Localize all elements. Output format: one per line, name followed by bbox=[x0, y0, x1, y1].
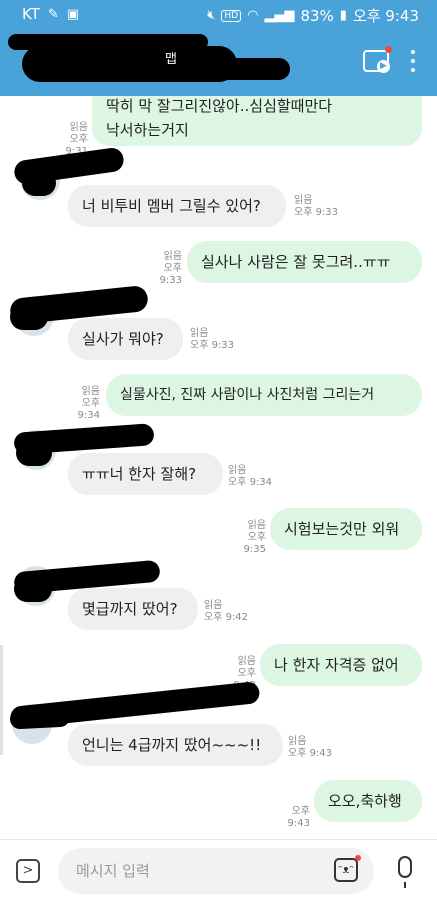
chat-drawer-button[interactable]: ▶ bbox=[363, 46, 392, 73]
redacted-title bbox=[140, 58, 290, 80]
mic-button[interactable] bbox=[398, 856, 412, 888]
message-meta: 읽음 오후 9:35 bbox=[243, 520, 266, 555]
hd-icon: HD bbox=[221, 9, 242, 22]
screenshot-icon: ▣ bbox=[66, 6, 80, 22]
redacted-name bbox=[14, 576, 52, 602]
message-input-bar: > ᵔᴥᵔ bbox=[0, 839, 437, 900]
message-bubble-incoming[interactable]: ㅠㅠ너 한자 잘해? bbox=[68, 453, 223, 495]
message-meta: 읽음 오후 9:33 bbox=[190, 328, 235, 351]
status-bar: KT ✎ ▣ 🔇︎ HD ◠ ▂▄▆ 83% ▮ 오후 9:43 bbox=[0, 0, 437, 30]
message-meta: 오후 9:43 bbox=[287, 806, 310, 829]
carrier-label: KT bbox=[22, 5, 40, 23]
wifi-icon: ◠ bbox=[247, 8, 259, 23]
mute-icon: 🔇︎ bbox=[207, 8, 216, 23]
message-list[interactable]: 딱히 막 잘그리진않아..심심할때만다 낙서하는거지 읽음 오후 9:31 너 비… bbox=[0, 96, 437, 839]
message-meta: 읽음 오후 9:34 bbox=[228, 465, 273, 488]
notification-dot bbox=[385, 46, 392, 53]
redacted-name bbox=[22, 170, 56, 196]
message-meta: 읽음 오후 9:34 bbox=[77, 386, 100, 421]
message-meta: 읽음 오후 9:43 bbox=[288, 736, 333, 759]
more-options-button[interactable] bbox=[410, 50, 416, 74]
message-bubble-incoming[interactable]: 너 비투비 멤버 그릴수 있어? bbox=[68, 185, 286, 227]
message-bubble-incoming[interactable]: 언니는 4급까지 땄어~~~!! bbox=[68, 724, 283, 766]
message-bubble-outgoing[interactable]: 딱히 막 잘그리진않아..심심할때만다 낙서하는거지 bbox=[92, 96, 422, 146]
signal-icon: ▂▄▆ bbox=[264, 8, 295, 23]
chat-header: 맵 ▶ bbox=[0, 30, 437, 96]
header-title-fragment: 맵 bbox=[165, 52, 177, 67]
redacted-name bbox=[16, 440, 52, 466]
message-bubble-outgoing[interactable]: 실사나 사람은 잘 못그려..ㅠㅠ bbox=[187, 241, 422, 283]
message-meta: 읽음 오후 9:33 bbox=[294, 195, 339, 218]
emoticon-button[interactable]: ᵔᴥᵔ bbox=[334, 855, 361, 882]
message-input[interactable] bbox=[76, 860, 326, 882]
redacted-name bbox=[10, 304, 48, 330]
redacted-name bbox=[9, 706, 71, 730]
notification-dot bbox=[355, 855, 361, 861]
battery-percent: 83% bbox=[300, 6, 334, 25]
message-bubble-outgoing[interactable]: 시험보는것만 외워 bbox=[270, 508, 422, 550]
message-bubble-outgoing[interactable]: 실물사진, 진짜 사람이나 사진처럼 그리는거 bbox=[106, 374, 422, 416]
message-bubble-outgoing[interactable]: 오오,축하행 bbox=[314, 780, 422, 822]
status-time: 오후 9:43 bbox=[352, 7, 419, 25]
edit-icon: ✎ bbox=[47, 6, 59, 22]
message-bubble-incoming[interactable]: 몇급까지 땄어? bbox=[68, 588, 198, 630]
battery-icon: ▮ bbox=[339, 8, 347, 23]
scroll-edge bbox=[0, 645, 3, 755]
play-icon: ▶ bbox=[377, 60, 390, 73]
message-meta: 읽음 오후 9:33 bbox=[159, 251, 182, 286]
chevron-right-icon: > bbox=[22, 863, 34, 878]
message-bubble-outgoing[interactable]: 나 한자 자격증 없어 bbox=[260, 644, 422, 686]
smile-icon: ᵔᴥᵔ bbox=[338, 863, 354, 876]
message-bubble-incoming[interactable]: 실사가 뭐야? bbox=[68, 318, 183, 360]
message-field-wrapper[interactable] bbox=[58, 848, 374, 894]
message-meta: 읽음오후 9:42 bbox=[204, 600, 249, 623]
attach-button[interactable]: > bbox=[16, 859, 40, 883]
